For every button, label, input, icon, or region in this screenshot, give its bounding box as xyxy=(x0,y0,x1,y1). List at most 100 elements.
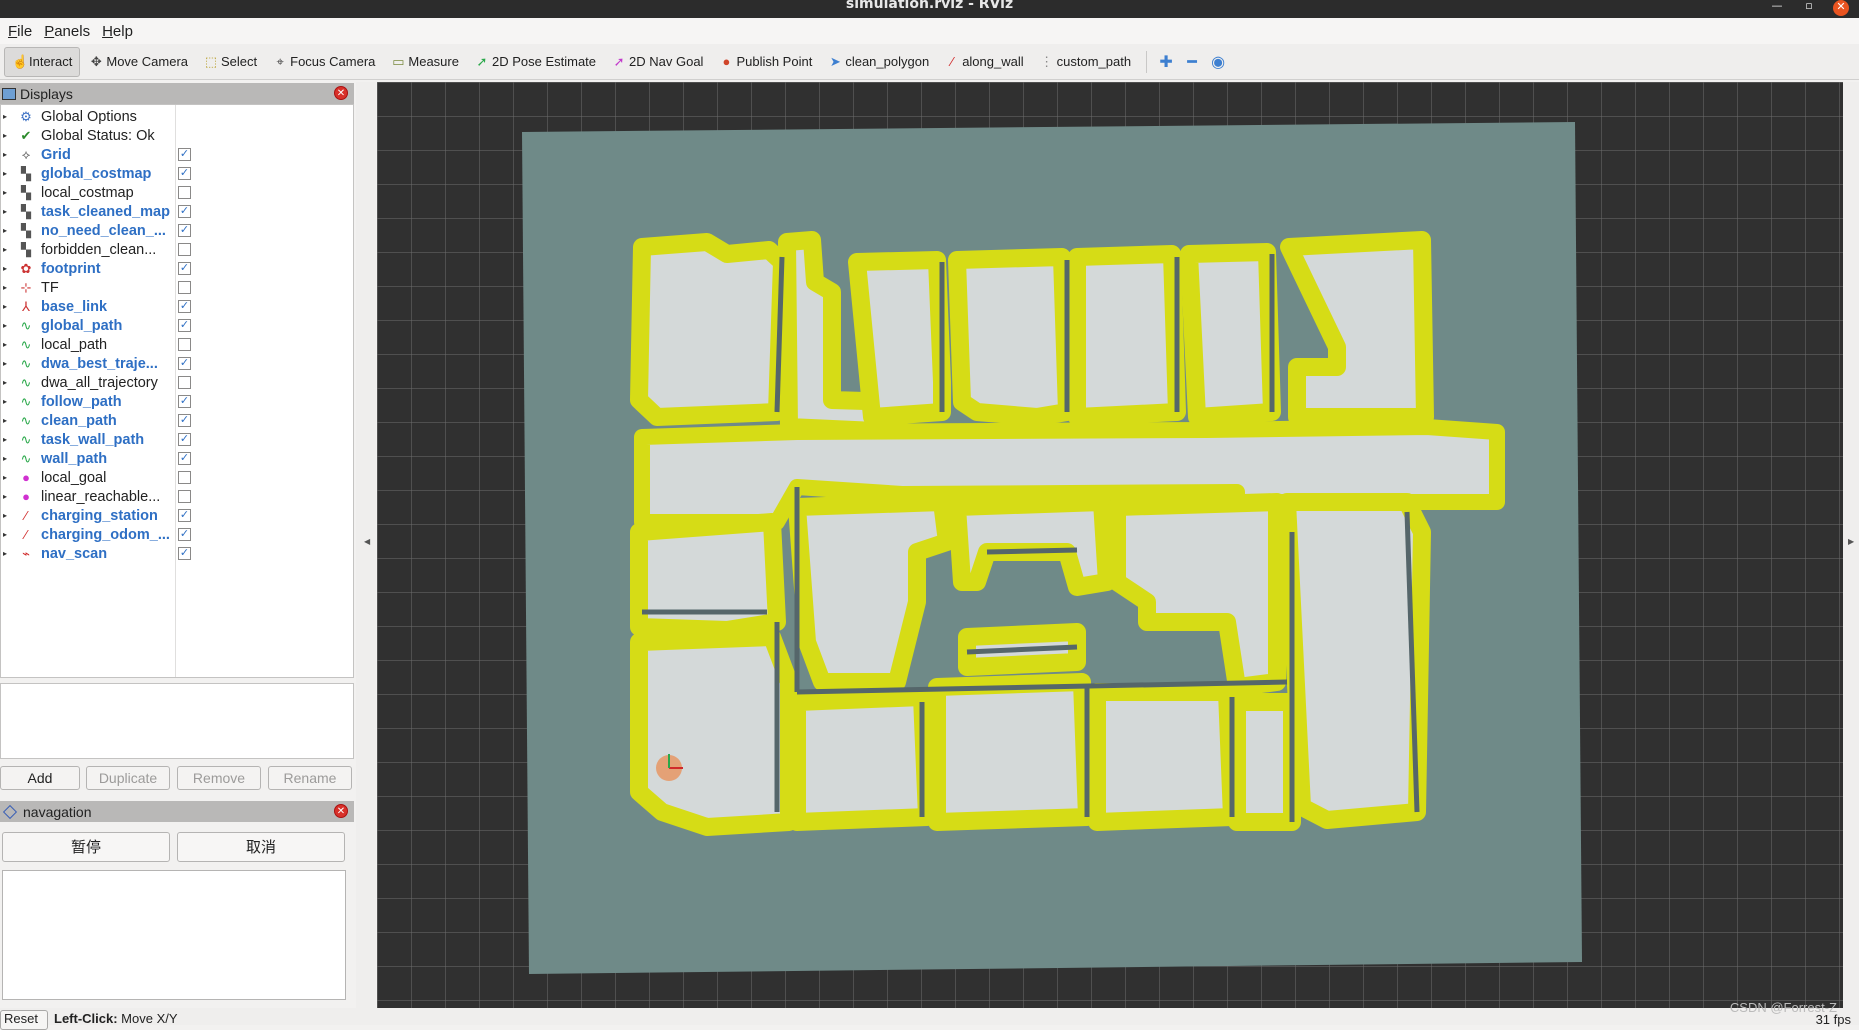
display-enable-checkbox[interactable] xyxy=(178,281,191,294)
display-item-tf[interactable]: ▸ ⊹ TF xyxy=(1,278,355,297)
display-item-footprint[interactable]: ▸ ✿ footprint ✓ xyxy=(1,259,355,278)
tool-publish-point[interactable]: ● Publish Point xyxy=(712,47,819,77)
expand-arrow-icon[interactable]: ▸ xyxy=(3,530,13,539)
expand-arrow-icon[interactable]: ▸ xyxy=(3,169,13,178)
pause-button[interactable]: 暂停 xyxy=(2,832,170,862)
minimize-icon[interactable]: — xyxy=(1761,0,1793,18)
display-item-local-path[interactable]: ▸ ∿ local_path xyxy=(1,335,355,354)
tool-measure[interactable]: ▭ Measure xyxy=(384,47,466,77)
left-splitter[interactable]: ◀ xyxy=(356,82,376,1008)
display-item-dwa-best-traje[interactable]: ▸ ∿ dwa_best_traje... ✓ xyxy=(1,354,355,373)
expand-arrow-icon[interactable]: ▸ xyxy=(3,131,13,140)
tool-custom-path[interactable]: ⋮ custom_path xyxy=(1033,47,1138,77)
display-enable-checkbox[interactable] xyxy=(178,186,191,199)
expand-arrow-icon[interactable]: ▸ xyxy=(3,302,13,311)
expand-arrow-icon[interactable]: ▸ xyxy=(3,207,13,216)
display-item-clean-path[interactable]: ▸ ∿ clean_path ✓ xyxy=(1,411,355,430)
expand-arrow-icon[interactable]: ▸ xyxy=(3,321,13,330)
display-item-nav-scan[interactable]: ▸ ⌁ nav_scan ✓ xyxy=(1,544,355,563)
expand-arrow-icon[interactable]: ▸ xyxy=(3,397,13,406)
display-enable-checkbox[interactable]: ✓ xyxy=(178,395,191,408)
display-item-base-link[interactable]: ▸ ⅄ base_link ✓ xyxy=(1,297,355,316)
expand-arrow-icon[interactable]: ▸ xyxy=(3,549,13,558)
display-enable-checkbox[interactable]: ✓ xyxy=(178,300,191,313)
display-enable-checkbox[interactable] xyxy=(178,471,191,484)
display-item-task-cleaned-map[interactable]: ▸ ▚ task_cleaned_map ✓ xyxy=(1,202,355,221)
add-button[interactable]: Add xyxy=(0,766,80,790)
display-item-local-goal[interactable]: ▸ ● local_goal xyxy=(1,468,355,487)
expand-arrow-icon[interactable]: ▸ xyxy=(3,283,13,292)
display-item-forbidden-clean[interactable]: ▸ ▚ forbidden_clean... xyxy=(1,240,355,259)
expand-arrow-icon[interactable]: ▸ xyxy=(3,378,13,387)
display-enable-checkbox[interactable]: ✓ xyxy=(178,167,191,180)
display-item-charging-odom[interactable]: ▸ ∕ charging_odom_... ✓ xyxy=(1,525,355,544)
display-item-follow-path[interactable]: ▸ ∿ follow_path ✓ xyxy=(1,392,355,411)
tool-move-camera[interactable]: ✥ Move Camera xyxy=(82,47,195,77)
tool-2d-nav-goal[interactable]: ➚ 2D Nav Goal xyxy=(605,47,710,77)
reset-button[interactable]: Reset xyxy=(0,1010,48,1030)
display-item-dwa-all-trajectory[interactable]: ▸ ∿ dwa_all_trajectory xyxy=(1,373,355,392)
close-panel-icon[interactable]: ✕ xyxy=(334,86,348,100)
display-item-global-path[interactable]: ▸ ∿ global_path ✓ xyxy=(1,316,355,335)
expand-arrow-icon[interactable]: ▸ xyxy=(3,359,13,368)
display-enable-checkbox[interactable]: ✓ xyxy=(178,433,191,446)
close-icon[interactable]: ✕ xyxy=(1833,0,1849,16)
expand-arrow-icon[interactable]: ▸ xyxy=(3,112,13,121)
expand-arrow-icon[interactable]: ▸ xyxy=(3,435,13,444)
display-enable-checkbox[interactable]: ✓ xyxy=(178,509,191,522)
close-panel-icon[interactable]: ✕ xyxy=(334,804,348,818)
display-item-global-status-ok[interactable]: ▸ ✔ Global Status: Ok xyxy=(1,126,355,145)
eye-icon[interactable]: ◉ xyxy=(1205,52,1231,72)
display-enable-checkbox[interactable]: ✓ xyxy=(178,357,191,370)
minus-icon[interactable]: ━ xyxy=(1179,52,1205,72)
menu-panels[interactable]: Panels xyxy=(38,23,96,40)
display-enable-checkbox[interactable] xyxy=(178,376,191,389)
expand-arrow-icon[interactable]: ▸ xyxy=(3,511,13,520)
display-item-global-costmap[interactable]: ▸ ▚ global_costmap ✓ xyxy=(1,164,355,183)
display-item-wall-path[interactable]: ▸ ∿ wall_path ✓ xyxy=(1,449,355,468)
display-enable-checkbox[interactable]: ✓ xyxy=(178,205,191,218)
expand-arrow-icon[interactable]: ▸ xyxy=(3,226,13,235)
tool-focus-camera[interactable]: ⌖ Focus Camera xyxy=(266,47,382,77)
display-enable-checkbox[interactable] xyxy=(178,338,191,351)
display-item-linear-reachable[interactable]: ▸ ● linear_reachable... xyxy=(1,487,355,506)
display-enable-checkbox[interactable]: ✓ xyxy=(178,452,191,465)
display-item-no-need-clean[interactable]: ▸ ▚ no_need_clean_... ✓ xyxy=(1,221,355,240)
expand-arrow-icon[interactable]: ▸ xyxy=(3,454,13,463)
display-enable-checkbox[interactable] xyxy=(178,490,191,503)
display-enable-checkbox[interactable]: ✓ xyxy=(178,547,191,560)
display-enable-checkbox[interactable]: ✓ xyxy=(178,414,191,427)
display-enable-checkbox[interactable]: ✓ xyxy=(178,224,191,237)
rename-button[interactable]: Rename xyxy=(268,766,352,790)
remove-button[interactable]: Remove xyxy=(177,766,261,790)
render-viewport[interactable] xyxy=(377,82,1843,1008)
menu-help[interactable]: Help xyxy=(96,23,139,40)
expand-arrow-icon[interactable]: ▸ xyxy=(3,245,13,254)
display-item-charging-station[interactable]: ▸ ∕ charging_station ✓ xyxy=(1,506,355,525)
tool-2d-pose-estimate[interactable]: ➚ 2D Pose Estimate xyxy=(468,47,603,77)
display-enable-checkbox[interactable]: ✓ xyxy=(178,262,191,275)
plus-icon[interactable]: ✚ xyxy=(1153,52,1179,72)
menu-file[interactable]: File xyxy=(2,23,38,40)
tool-clean-polygon[interactable]: ➤ clean_polygon xyxy=(821,47,936,77)
tool-select[interactable]: ⬚ Select xyxy=(197,47,264,77)
display-enable-checkbox[interactable] xyxy=(178,243,191,256)
expand-arrow-icon[interactable]: ▸ xyxy=(3,416,13,425)
display-enable-checkbox[interactable]: ✓ xyxy=(178,528,191,541)
display-item-grid[interactable]: ▸ ⟡ Grid ✓ xyxy=(1,145,355,164)
expand-arrow-icon[interactable]: ▸ xyxy=(3,340,13,349)
cancel-button[interactable]: 取消 xyxy=(177,832,345,862)
right-splitter[interactable]: ▶ xyxy=(1843,82,1859,1008)
maximize-icon[interactable]: ▫ xyxy=(1793,0,1825,18)
expand-arrow-icon[interactable]: ▸ xyxy=(3,264,13,273)
expand-arrow-icon[interactable]: ▸ xyxy=(3,492,13,501)
expand-arrow-icon[interactable]: ▸ xyxy=(3,150,13,159)
tool-along-wall[interactable]: ∕ along_wall xyxy=(938,47,1030,77)
expand-arrow-icon[interactable]: ▸ xyxy=(3,473,13,482)
display-enable-checkbox[interactable]: ✓ xyxy=(178,148,191,161)
duplicate-button[interactable]: Duplicate xyxy=(86,766,170,790)
display-item-local-costmap[interactable]: ▸ ▚ local_costmap xyxy=(1,183,355,202)
tool-interact[interactable]: ☝ Interact xyxy=(4,46,81,77)
expand-arrow-icon[interactable]: ▸ xyxy=(3,188,13,197)
display-item-task-wall-path[interactable]: ▸ ∿ task_wall_path ✓ xyxy=(1,430,355,449)
